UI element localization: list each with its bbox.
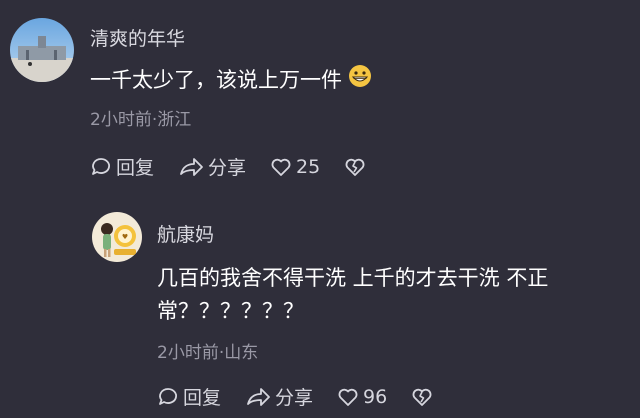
share-label: 分享: [208, 157, 247, 179]
comment-meta: 2小时前·山东: [157, 343, 259, 363]
comment-meta: 2小时前·浙江: [90, 110, 192, 130]
avatar[interactable]: ♥: [92, 212, 142, 262]
comment-text-line: 几百的我舍不得干洗 上千的才去干洗 不正: [157, 266, 549, 290]
like-button[interactable]: 96: [337, 386, 387, 408]
dislike-button[interactable]: [411, 386, 437, 408]
broken-heart-icon: [412, 388, 432, 406]
comment-actions: 回复 分享 96: [157, 383, 461, 410]
reply-bubble-icon: [159, 387, 177, 405]
share-label: 分享: [275, 387, 314, 409]
username[interactable]: 航康妈: [157, 220, 214, 247]
reply-bubble-icon: [92, 157, 110, 175]
share-arrow-icon: [180, 157, 203, 176]
share-button[interactable]: 分享: [245, 383, 313, 410]
grinning-emoji-icon: [348, 64, 372, 98]
reply-button[interactable]: 回复: [157, 383, 221, 410]
heart-icon: [338, 388, 358, 406]
comment-text-content: 一千太少了，该说上万一件: [90, 68, 342, 92]
share-button[interactable]: 分享: [178, 153, 246, 180]
share-arrow-icon: [247, 387, 270, 406]
reply-label: 回复: [116, 157, 155, 179]
comment-text: 几百的我舍不得干洗 上千的才去干洗 不正 常？？？？？？: [157, 262, 548, 328]
like-count: 96: [363, 385, 388, 408]
avatar-image: [10, 18, 74, 82]
dislike-button[interactable]: [344, 156, 370, 178]
reply-button[interactable]: 回复: [90, 153, 154, 180]
like-count: 25: [296, 155, 321, 178]
comment-text: 一千太少了，该说上万一件: [90, 64, 372, 98]
comment-text-line: 常？？？？？？: [157, 299, 304, 323]
heart-icon: [271, 158, 291, 176]
username[interactable]: 清爽的年华: [90, 24, 185, 51]
svg-text:♥: ♥: [122, 233, 128, 241]
broken-heart-icon: [345, 158, 365, 176]
like-button[interactable]: 25: [270, 156, 320, 178]
comment-actions: 回复 分享 25: [90, 153, 394, 180]
reply-label: 回复: [183, 387, 222, 409]
avatar[interactable]: [10, 18, 74, 82]
avatar-image: ♥: [92, 212, 142, 262]
